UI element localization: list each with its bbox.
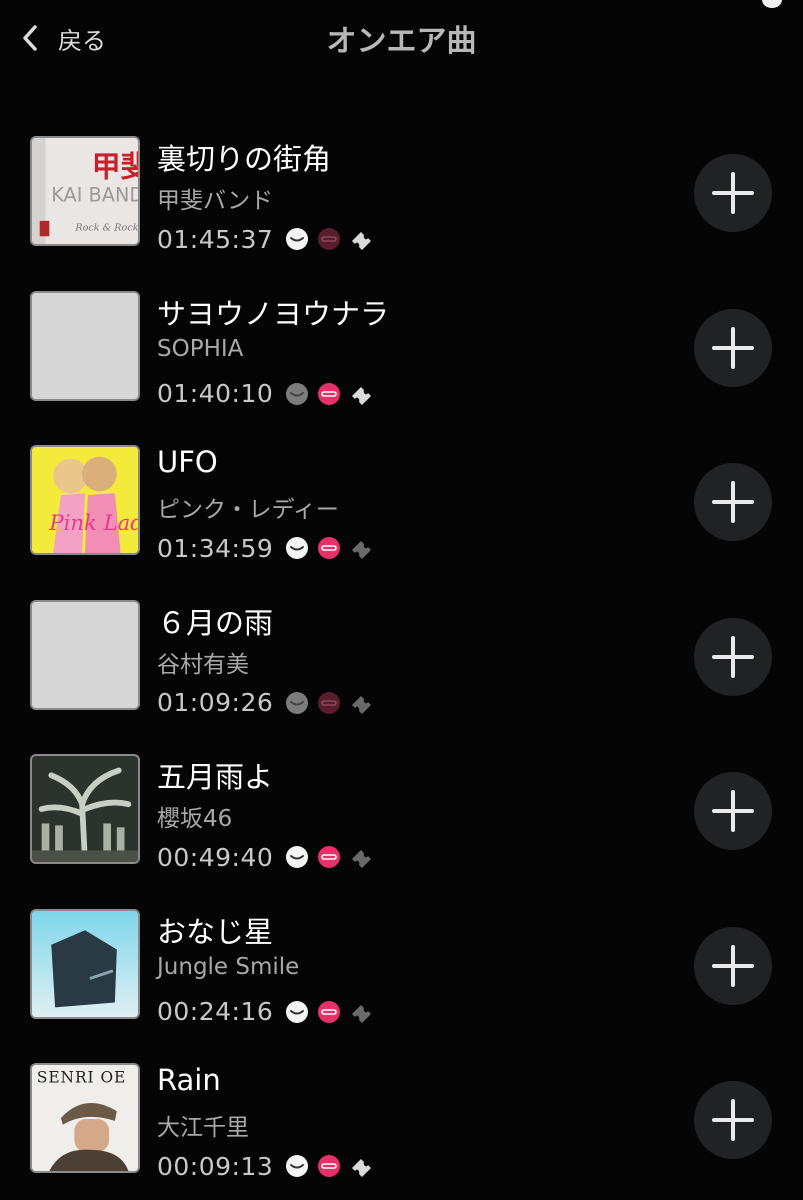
svg-text:Rock & Rock: Rock & Rock (74, 223, 138, 234)
song-meta: 01:34:59 (157, 531, 381, 565)
onair-time: 00:49:40 (157, 842, 274, 872)
song-row[interactable]: ６月の雨谷村有美 01:09:26 (0, 582, 803, 737)
plus-icon (712, 944, 754, 987)
song-meta: 01:45:37 (157, 222, 381, 256)
plus-icon (712, 635, 754, 678)
song-row[interactable]: 甲斐KAI BAND Rock & Rock 裏切りの街角甲斐バンド 01:45:37 (0, 118, 803, 273)
amazon-icon[interactable] (285, 1000, 309, 1024)
album-art: SENRI OE (30, 1063, 140, 1173)
song-row[interactable]: おなじ星 Jungle Smile 00:24:16 (0, 891, 803, 1046)
plus-icon (712, 1099, 754, 1141)
song-title: Rain (157, 1063, 221, 1097)
onair-time: 00:09:13 (157, 1151, 274, 1181)
artist-name: SOPHIA (157, 335, 244, 362)
recochoku-icon[interactable] (317, 1154, 341, 1178)
add-song-button[interactable] (694, 1081, 772, 1159)
recochoku-icon[interactable] (317, 691, 341, 715)
ticket-icon[interactable] (349, 227, 373, 251)
header: 戻る オンエア曲 (0, 0, 803, 80)
amazon-icon[interactable] (285, 691, 309, 715)
song-title: UFO (157, 445, 218, 479)
plus-icon (712, 326, 754, 369)
song-title: 五月雨よ (157, 760, 274, 794)
ticket-icon[interactable] (349, 1154, 373, 1178)
artist-name: 谷村有美 (157, 651, 249, 678)
artist-name: ピンク・レディー (157, 497, 339, 523)
ticket-icon[interactable] (349, 536, 373, 560)
onair-time: 01:45:37 (157, 224, 274, 254)
song-row[interactable]: サヨウノヨウナラ SOPHIA 01:40:10 (0, 273, 803, 428)
song-meta: 00:24:16 (157, 995, 381, 1029)
page-title: オンエア曲 (326, 24, 477, 59)
album-art (30, 754, 140, 864)
recochoku-icon[interactable] (317, 1000, 341, 1024)
svg-text:SENRI OE: SENRI OE (37, 1068, 126, 1086)
song-meta: 01:40:10 (157, 377, 381, 411)
svg-text:甲斐: 甲斐 (92, 150, 138, 184)
add-song-button[interactable] (694, 308, 772, 387)
recochoku-icon[interactable] (317, 536, 341, 560)
plus-icon (712, 481, 754, 523)
add-song-button[interactable] (694, 772, 772, 850)
song-list: 甲斐KAI BAND Rock & Rock 裏切りの街角甲斐バンド 01:45:37… (0, 118, 803, 1200)
svg-text:KAI BAND: KAI BAND (51, 184, 138, 207)
artist-name: 大江千里 (157, 1115, 249, 1141)
song-title: サヨウノヨウナラ (157, 296, 390, 331)
album-art (30, 290, 140, 401)
onair-time: 00:24:16 (157, 997, 274, 1026)
artist-name: 甲斐バンド (157, 188, 274, 214)
song-row[interactable]: 五月雨よ櫻坂46 00:49:40 (0, 736, 803, 891)
add-song-button[interactable] (694, 154, 772, 232)
song-meta: 01:09:26 (157, 686, 381, 720)
onair-time: 01:40:10 (157, 379, 274, 408)
ticket-icon[interactable] (349, 382, 373, 406)
onair-time: 01:34:59 (157, 533, 274, 563)
song-title: 裏切りの街角 (157, 142, 332, 176)
add-song-button[interactable] (694, 617, 772, 696)
artist-name: Jungle Smile (157, 953, 300, 980)
song-title: おなじ星 (157, 914, 274, 949)
recochoku-icon[interactable] (317, 845, 341, 869)
song-row[interactable]: Pink Lady UFO ピンク・レディー 01:34:59 (0, 427, 803, 582)
ticket-icon[interactable] (349, 1000, 373, 1024)
ticket-icon[interactable] (349, 691, 373, 715)
add-song-button[interactable] (694, 926, 772, 1005)
add-song-button[interactable] (694, 463, 772, 541)
album-art: 甲斐KAI BAND Rock & Rock (30, 136, 140, 246)
song-meta: 00:09:13 (157, 1149, 381, 1183)
song-row[interactable]: SENRI OE Rain 大江千里 00:09:13 (0, 1045, 803, 1200)
album-art: Pink Lady (30, 445, 140, 555)
ticket-icon[interactable] (349, 845, 373, 869)
recochoku-icon[interactable] (317, 227, 341, 251)
onair-time: 01:09:26 (157, 688, 274, 717)
amazon-icon[interactable] (285, 382, 309, 406)
amazon-icon[interactable] (285, 227, 309, 251)
album-art (30, 599, 140, 710)
plus-icon (712, 790, 754, 832)
song-title: ６月の雨 (157, 605, 274, 640)
song-meta: 00:49:40 (157, 840, 381, 874)
album-art (30, 908, 140, 1019)
plus-icon (712, 172, 754, 214)
artist-name: 櫻坂46 (157, 806, 233, 832)
amazon-icon[interactable] (285, 536, 309, 560)
status-indicator (762, 0, 782, 8)
amazon-icon[interactable] (285, 845, 309, 869)
svg-text:Pink Lady: Pink Lady (48, 510, 138, 535)
recochoku-icon[interactable] (317, 382, 341, 406)
amazon-icon[interactable] (285, 1154, 309, 1178)
